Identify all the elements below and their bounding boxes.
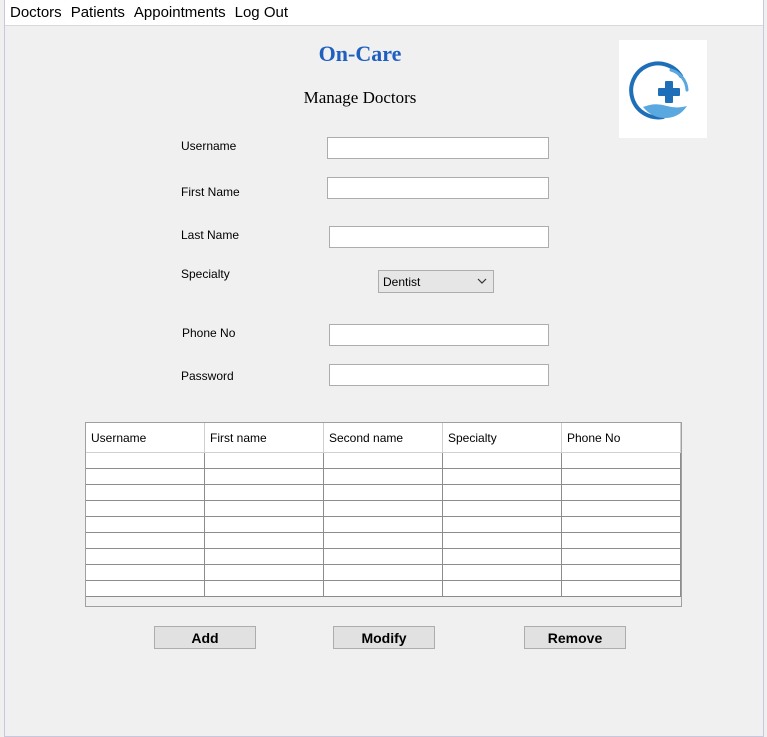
table-row[interactable] <box>86 469 681 485</box>
table-cell[interactable] <box>86 549 205 564</box>
table-cell[interactable] <box>205 549 324 564</box>
table-cell[interactable] <box>324 517 443 532</box>
username-input[interactable] <box>327 137 549 159</box>
page-title: Manage Doctors <box>303 88 417 107</box>
table-cell[interactable] <box>324 581 443 596</box>
table-cell[interactable] <box>443 549 562 564</box>
table-cell[interactable] <box>324 549 443 564</box>
table-cell[interactable] <box>324 469 443 484</box>
phone-input[interactable] <box>329 324 549 346</box>
specialty-label: Specialty <box>181 267 230 281</box>
table-cell[interactable] <box>324 501 443 516</box>
table-body <box>86 453 681 597</box>
table-cell[interactable] <box>205 485 324 500</box>
table-cell[interactable] <box>562 453 681 468</box>
table-cell[interactable] <box>324 453 443 468</box>
table-cell[interactable] <box>443 565 562 580</box>
table-cell[interactable] <box>443 517 562 532</box>
medical-cross-hand-icon <box>629 61 689 120</box>
table-cell[interactable] <box>562 469 681 484</box>
table-header: Username First name Second name Specialt… <box>86 423 681 453</box>
table-cell[interactable] <box>86 565 205 580</box>
table-cell[interactable] <box>86 469 205 484</box>
specialty-selected-value: Dentist <box>383 274 421 289</box>
table-cell[interactable] <box>324 565 443 580</box>
username-label: Username <box>181 139 237 153</box>
logo <box>619 40 707 138</box>
table-cell[interactable] <box>443 533 562 548</box>
table-cell[interactable] <box>86 453 205 468</box>
column-header-phone-no[interactable]: Phone No <box>562 423 681 453</box>
column-header-specialty[interactable]: Specialty <box>443 423 562 453</box>
password-label: Password <box>181 369 234 383</box>
column-header-first-name[interactable]: First name <box>205 423 324 453</box>
menu-item-logout[interactable]: Log Out <box>235 4 288 21</box>
table-row[interactable] <box>86 501 681 517</box>
table-row[interactable] <box>86 581 681 597</box>
table-cell[interactable] <box>205 533 324 548</box>
table-cell[interactable] <box>562 517 681 532</box>
table-cell[interactable] <box>443 453 562 468</box>
table-cell[interactable] <box>324 485 443 500</box>
app-title: On-Care <box>318 41 402 66</box>
specialty-select[interactable]: Dentist <box>378 270 494 293</box>
table-cell[interactable] <box>443 501 562 516</box>
table-cell[interactable] <box>205 581 324 596</box>
table-scrollbar[interactable] <box>86 596 681 606</box>
table-row[interactable] <box>86 517 681 533</box>
remove-button[interactable]: Remove <box>524 626 626 649</box>
table-row[interactable] <box>86 565 681 581</box>
table-cell[interactable] <box>324 533 443 548</box>
column-header-second-name[interactable]: Second name <box>324 423 443 453</box>
table-cell[interactable] <box>86 485 205 500</box>
last-name-label: Last Name <box>181 228 240 242</box>
table-cell[interactable] <box>443 485 562 500</box>
table-row[interactable] <box>86 549 681 565</box>
menu-item-patients[interactable]: Patients <box>71 4 125 21</box>
table-cell[interactable] <box>562 565 681 580</box>
menu-item-doctors[interactable]: Doctors <box>10 4 62 21</box>
last-name-input[interactable] <box>329 226 549 248</box>
table-row[interactable] <box>86 485 681 501</box>
table-row[interactable] <box>86 533 681 549</box>
first-name-input[interactable] <box>327 177 549 199</box>
column-header-username[interactable]: Username <box>86 423 205 453</box>
menu-item-appointments[interactable]: Appointments <box>134 4 226 21</box>
table-cell[interactable] <box>86 581 205 596</box>
add-button[interactable]: Add <box>154 626 256 649</box>
table-cell[interactable] <box>205 517 324 532</box>
table-cell[interactable] <box>562 581 681 596</box>
table-cell[interactable] <box>86 533 205 548</box>
doctors-table[interactable]: Username First name Second name Specialt… <box>85 422 682 607</box>
table-cell[interactable] <box>562 549 681 564</box>
table-cell[interactable] <box>86 501 205 516</box>
table-cell[interactable] <box>562 485 681 500</box>
phone-label: Phone No <box>182 326 236 340</box>
modify-button[interactable]: Modify <box>333 626 435 649</box>
first-name-label: First Name <box>181 185 240 199</box>
password-input[interactable] <box>329 364 549 386</box>
app-window: Doctors Patients Appointments Log Out On… <box>4 0 764 737</box>
table-cell[interactable] <box>205 453 324 468</box>
table-cell[interactable] <box>205 469 324 484</box>
table-cell[interactable] <box>443 581 562 596</box>
table-cell[interactable] <box>562 501 681 516</box>
chevron-down-icon <box>477 278 487 284</box>
table-cell[interactable] <box>562 533 681 548</box>
menu-bar: Doctors Patients Appointments Log Out <box>5 0 763 26</box>
table-cell[interactable] <box>443 469 562 484</box>
table-row[interactable] <box>86 453 681 469</box>
table-cell[interactable] <box>205 501 324 516</box>
table-cell[interactable] <box>86 517 205 532</box>
table-cell[interactable] <box>205 565 324 580</box>
